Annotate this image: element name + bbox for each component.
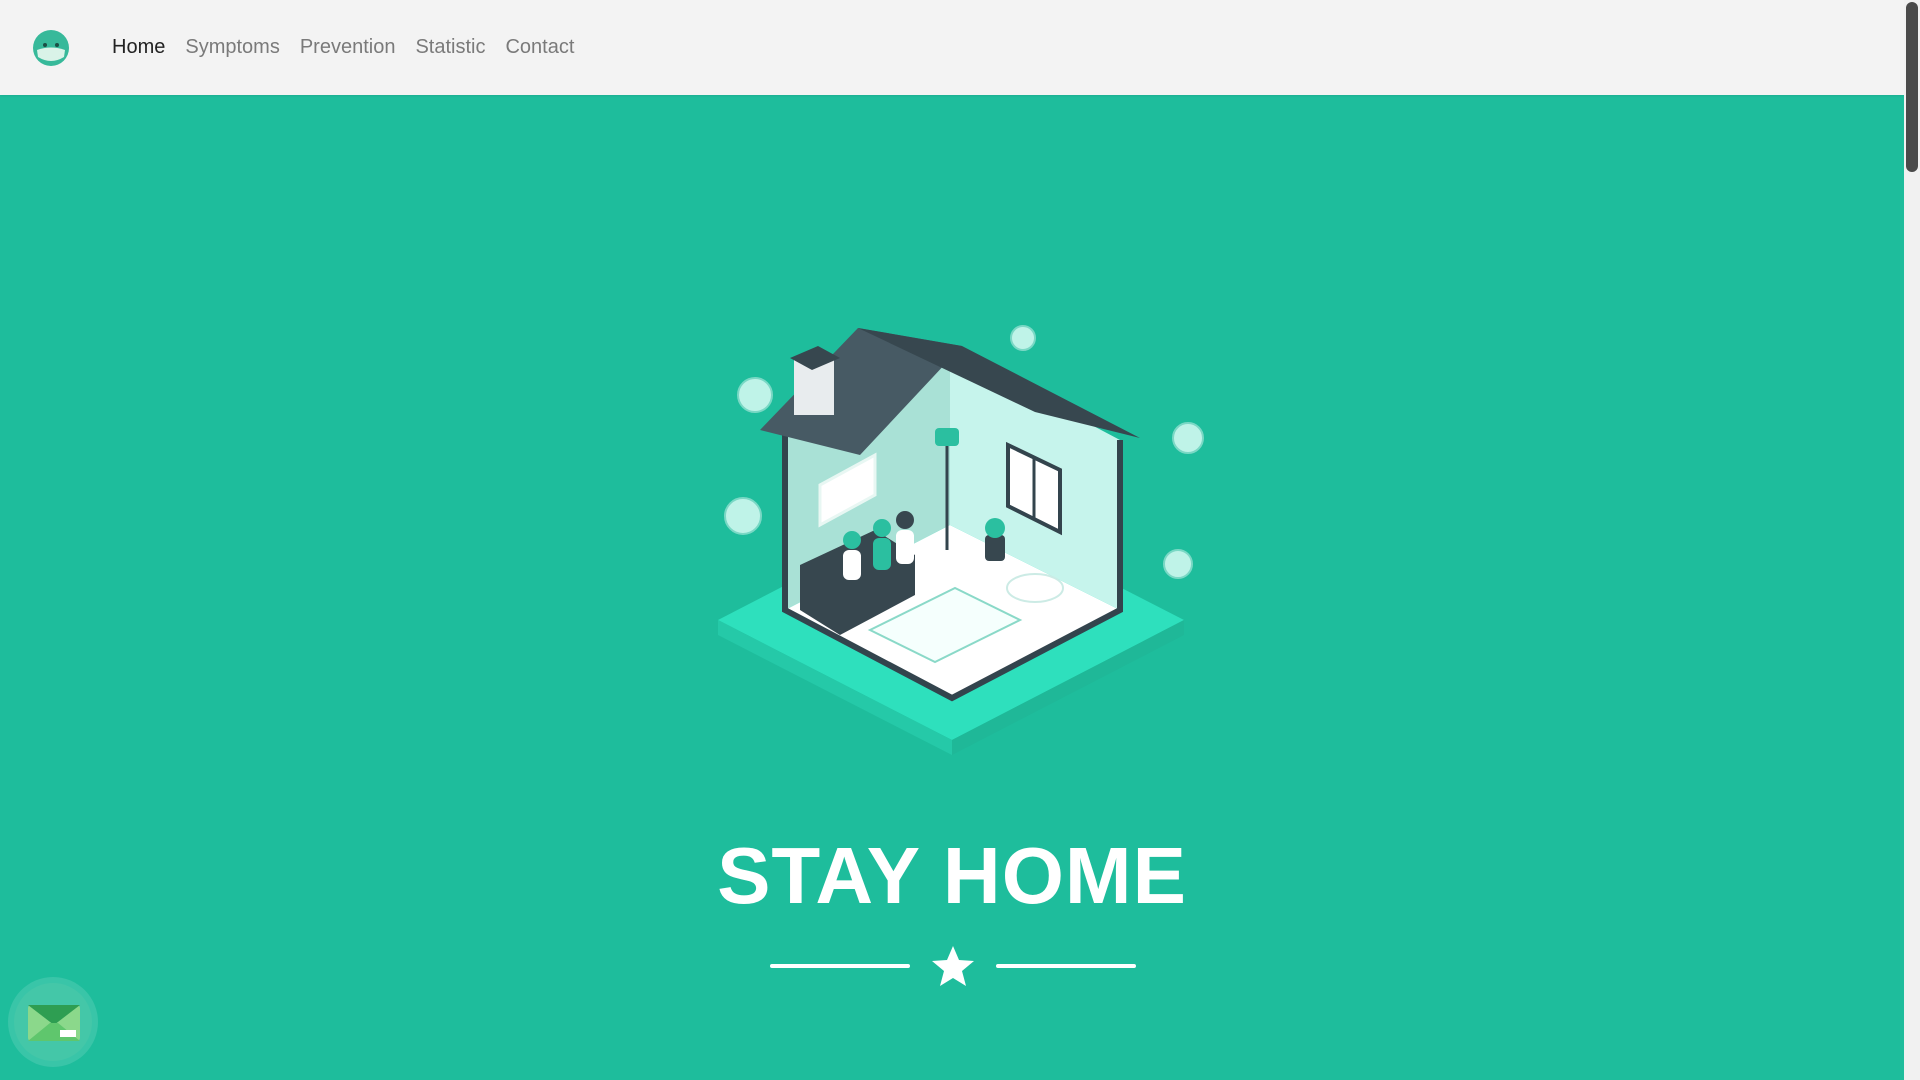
nav-symptoms[interactable]: Symptoms xyxy=(185,36,279,59)
nav-links: Home Symptoms Prevention Statistic Conta… xyxy=(112,36,574,59)
nav-statistic[interactable]: Statistic xyxy=(415,36,485,59)
mail-button[interactable] xyxy=(14,983,92,1061)
hero-title: STAY HOME xyxy=(717,831,1187,920)
divider-line-left xyxy=(770,964,910,968)
scrollbar-thumb[interactable] xyxy=(1906,2,1918,172)
nav-prevention[interactable]: Prevention xyxy=(300,36,396,59)
nav-contact[interactable]: Contact xyxy=(505,36,574,59)
mask-face-icon[interactable] xyxy=(33,30,69,66)
top-navbar: Home Symptoms Prevention Statistic Conta… xyxy=(0,0,1904,95)
star-icon xyxy=(932,946,974,986)
page-scrollbar[interactable] xyxy=(1904,0,1920,1080)
family-in-house-illustration xyxy=(700,310,1220,770)
title-divider xyxy=(770,945,1136,986)
divider-line-right xyxy=(996,964,1136,968)
mail-envelope-icon xyxy=(28,1005,80,1041)
nav-home[interactable]: Home xyxy=(112,36,165,59)
